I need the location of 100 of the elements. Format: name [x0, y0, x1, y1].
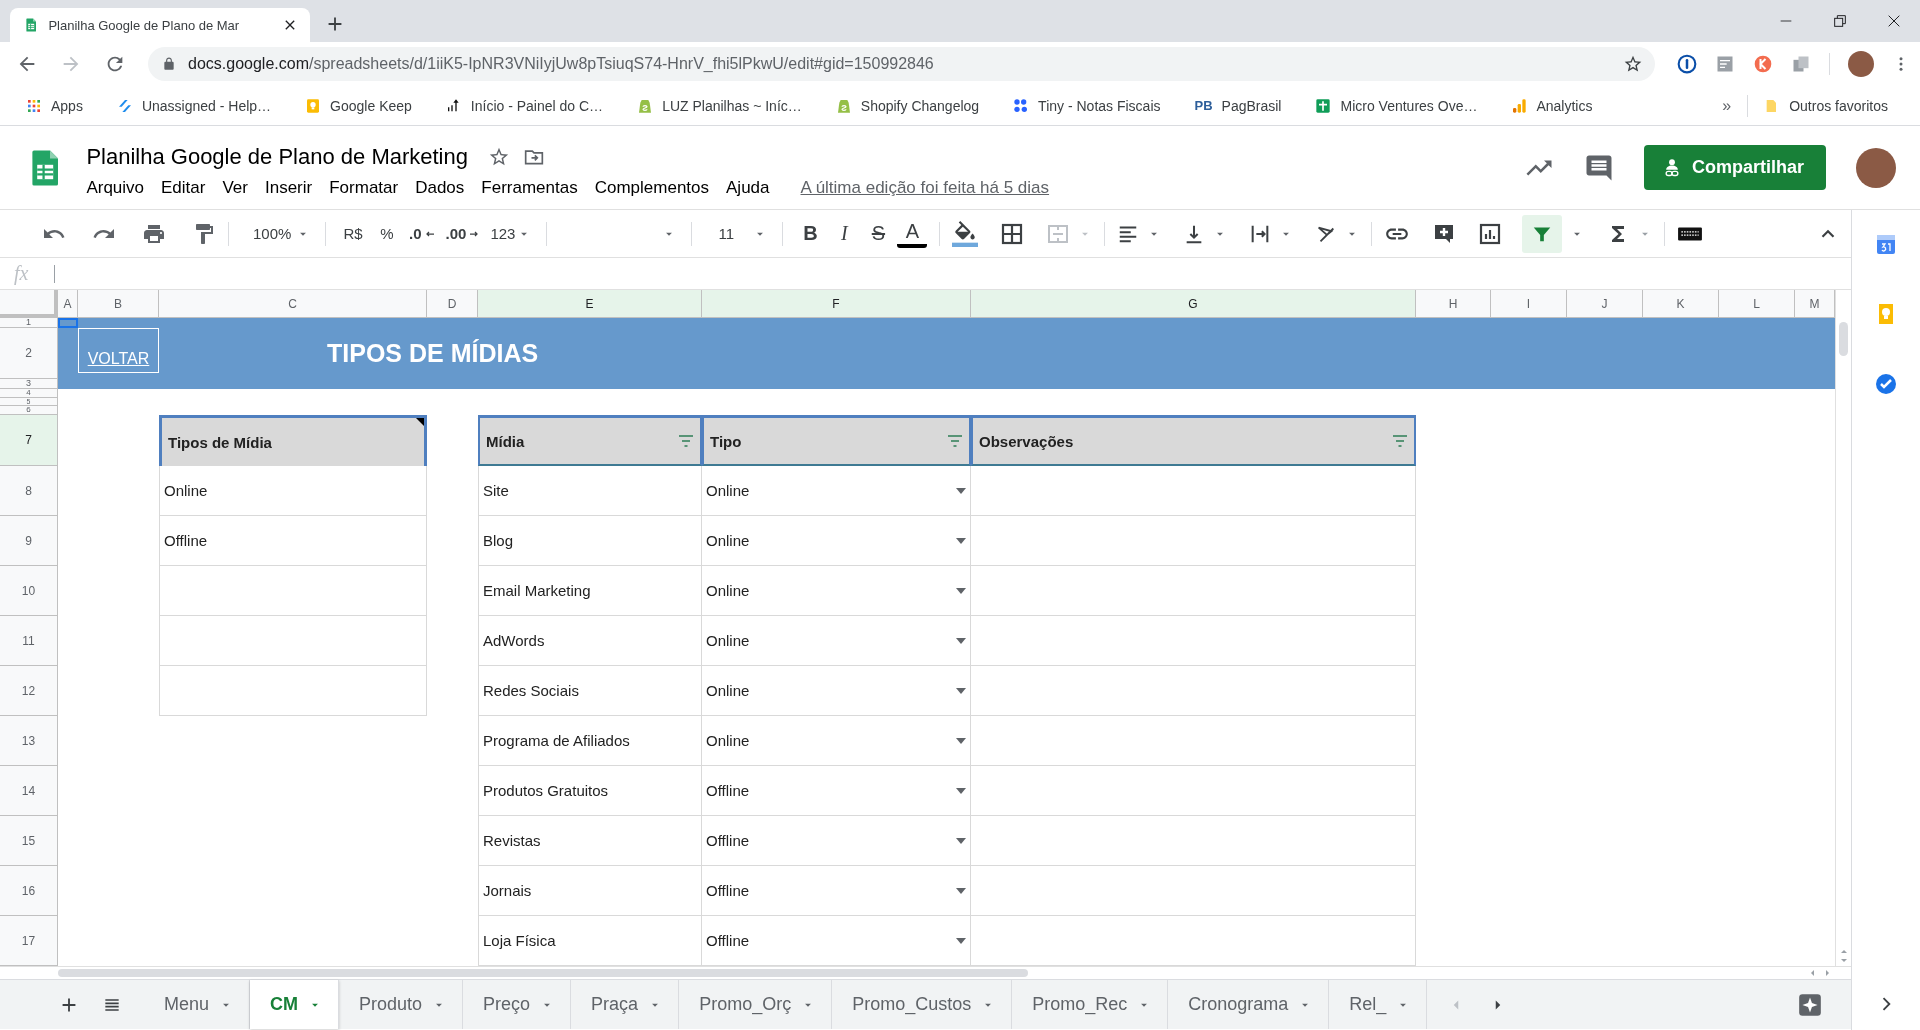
caret-icon[interactable]: [956, 537, 966, 544]
bookmark[interactable]: LUZ Planilhas ~ Iníc…: [629, 93, 810, 118]
caret-icon[interactable]: [956, 637, 966, 644]
font-size-dropdown[interactable]: 11: [704, 217, 771, 250]
column-header[interactable]: D: [427, 290, 478, 318]
filter-icon[interactable]: [678, 435, 694, 447]
dots-icon[interactable]: [1013, 97, 1030, 114]
row-header[interactable]: 4: [0, 389, 58, 398]
sheet-tab[interactable]: Cronograma: [1168, 980, 1330, 1029]
bookmark[interactable]: Analytics: [1503, 93, 1601, 118]
caret-icon[interactable]: [956, 887, 966, 894]
menu-item[interactable]: Ajuda: [726, 175, 778, 200]
strikethrough-button[interactable]: S: [863, 217, 894, 250]
column-header[interactable]: J: [1567, 290, 1643, 318]
vertical-scrollbar[interactable]: [1835, 290, 1851, 966]
browser-tab[interactable]: Planilha Google de Plano de Mar: [10, 8, 310, 42]
bookmark[interactable]: Início - Painel do C…: [437, 93, 612, 118]
share-button[interactable]: Compartilhar: [1643, 145, 1826, 190]
keyhole-icon[interactable]: [1677, 54, 1697, 74]
caret-icon[interactable]: [956, 787, 966, 794]
bookmark[interactable]: PB PagBrasil: [1186, 93, 1290, 118]
number-format-dropdown[interactable]: 123: [487, 217, 535, 250]
caret-icon[interactable]: [956, 487, 966, 494]
avatar[interactable]: [1848, 51, 1874, 77]
sheet-tab[interactable]: Rel_: [1329, 980, 1428, 1029]
row-header[interactable]: 3: [0, 379, 58, 389]
dropdown-cell[interactable]: Online: [702, 466, 971, 516]
column-header[interactable]: H: [1416, 290, 1491, 318]
row-header[interactable]: 14: [0, 766, 58, 816]
note-edit-icon[interactable]: [1715, 54, 1735, 74]
caret-icon[interactable]: [956, 737, 966, 744]
caret-icon[interactable]: [956, 587, 966, 594]
column-header[interactable]: K: [1643, 290, 1719, 318]
star-icon[interactable]: [1623, 54, 1643, 74]
row-header[interactable]: 10: [0, 566, 58, 616]
dropdown-cell[interactable]: Online: [702, 616, 971, 666]
avatar[interactable]: [1856, 147, 1896, 188]
apps-grid-icon[interactable]: [26, 97, 42, 114]
menu-item[interactable]: Ver: [222, 175, 256, 200]
menu-item[interactable]: Formatar: [329, 175, 407, 200]
restore-icon[interactable]: [1832, 13, 1848, 29]
dropdown-cell[interactable]: Offline: [702, 816, 971, 866]
k-circle-icon[interactable]: [1753, 54, 1773, 74]
row-header[interactable]: 13: [0, 716, 58, 766]
column-header[interactable]: L: [1719, 290, 1795, 318]
currency-button[interactable]: R$: [338, 217, 368, 250]
dropdown-cell[interactable]: Online: [702, 566, 971, 616]
row-header[interactable]: 9: [0, 516, 58, 566]
menu-item[interactable]: Inserir: [265, 175, 321, 200]
document-title[interactable]: Planilha Google de Plano de Marketing: [86, 143, 474, 170]
horizontal-scrollbar[interactable]: [0, 966, 1851, 979]
arrows-icon[interactable]: [445, 97, 462, 114]
close-icon[interactable]: [1886, 13, 1902, 29]
explore-icon[interactable]: [1797, 991, 1823, 1018]
menu-item[interactable]: Complementos: [594, 175, 718, 200]
column-header[interactable]: E: [478, 290, 702, 318]
zoom-dropdown[interactable]: 100%: [241, 217, 313, 250]
fill-color-icon[interactable]: [952, 220, 979, 247]
address-bar[interactable]: docs.google.com/spreadsheets/d/1iiK5-IpNR3VNiIyjUw8pTsiuqS74-HnrV_fhi5lPkwU/edit#gid=150992846: [148, 47, 1655, 81]
dropdown-cell[interactable]: Online: [702, 666, 971, 716]
borders-icon[interactable]: [1000, 221, 1025, 246]
more-bookmarks[interactable]: »: [1714, 96, 1740, 115]
menu-item[interactable]: Editar: [161, 175, 214, 200]
bookmark[interactable]: Unassigned - Help…: [108, 93, 280, 118]
caret-icon[interactable]: [956, 937, 966, 944]
bookmark-folder[interactable]: Outros favoritos: [1756, 92, 1896, 119]
sheet-tab[interactable]: Praça: [571, 980, 680, 1029]
bar-chart-icon[interactable]: [1511, 97, 1528, 114]
dropdown-cell[interactable]: Online: [702, 716, 971, 766]
menu-item[interactable]: Ferramentas: [481, 175, 586, 200]
row-header[interactable]: 11: [0, 616, 58, 666]
filter-button[interactable]: [1522, 214, 1563, 253]
dropdown-cell[interactable]: Offline: [702, 866, 971, 916]
caret-icon[interactable]: [956, 687, 966, 694]
row-header[interactable]: 1: [0, 318, 58, 328]
column-header[interactable]: F: [702, 290, 971, 318]
menu-item[interactable]: Dados: [415, 175, 473, 200]
bookmark[interactable]: Micro Ventures Ove…: [1307, 93, 1486, 118]
sheet-icon[interactable]: [1315, 97, 1332, 114]
percent-button[interactable]: %: [372, 217, 402, 250]
sheet-tab[interactable]: Promo_Custos: [832, 980, 1013, 1029]
text-color-button[interactable]: A: [897, 219, 928, 248]
chart-icon[interactable]: [1478, 221, 1503, 246]
row-header[interactable]: 16: [0, 866, 58, 916]
column-header[interactable]: G: [971, 290, 1416, 318]
bookmark[interactable]: Google Keep: [297, 93, 420, 118]
filter-icon[interactable]: [947, 435, 963, 447]
row-header[interactable]: 15: [0, 816, 58, 866]
decrease-decimals-button[interactable]: .0: [406, 217, 439, 250]
scrollbar-thumb[interactable]: [1839, 322, 1848, 356]
italic-button[interactable]: I: [829, 217, 860, 250]
tasks-icon[interactable]: [1874, 372, 1898, 396]
menu-item[interactable]: Arquivo: [86, 175, 153, 200]
filter-icon[interactable]: [1392, 435, 1408, 447]
sheet-tab[interactable]: CM: [250, 980, 340, 1029]
column-header[interactable]: M: [1795, 290, 1835, 318]
slashes-icon[interactable]: [116, 97, 133, 114]
row-header[interactable]: 8: [0, 466, 58, 516]
increase-decimals-button[interactable]: .00: [442, 217, 484, 250]
last-edit-link[interactable]: A última edição foi feita há 5 dias: [800, 177, 1050, 198]
